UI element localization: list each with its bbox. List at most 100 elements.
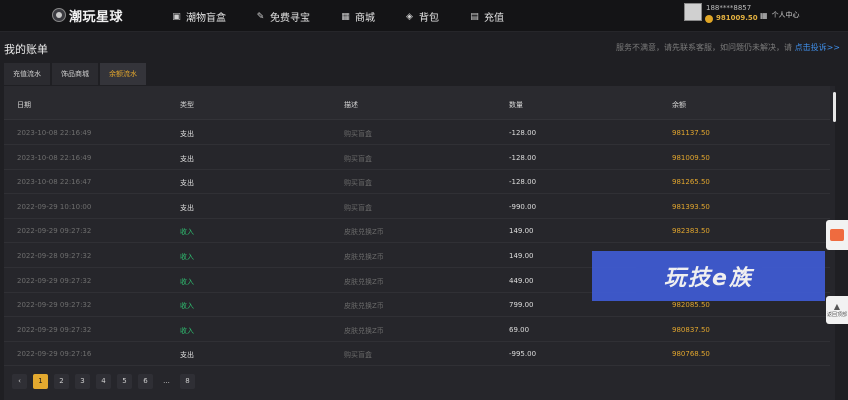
cell-date: 2023-10-08 22:16:47 <box>17 178 92 187</box>
cell-amount: -128.00 <box>509 153 537 162</box>
box-icon: ▣ <box>172 11 181 22</box>
cell-balance: 981393.50 <box>672 202 710 211</box>
column-header-type: 类型 <box>180 101 194 109</box>
user-center-label: 个人中心 <box>771 11 800 19</box>
cell-type: 收入 <box>180 253 194 261</box>
column-header-balance: 余额 <box>672 101 686 109</box>
arrow-up-icon: ▲ <box>833 301 841 311</box>
service-note-text: 服务不满意，请先联系客服，如问题仍未解决，请 <box>616 43 793 52</box>
watermark-banner: 玩技e族 <box>592 251 825 301</box>
table-header: 日期 类型 描述 数量 余额 <box>4 86 830 120</box>
table-row: 2022-09-29 09:27:16 支出 购买盲盒 -995.00 980768.5… <box>4 342 830 367</box>
nav-item-recharge[interactable]: ▤ 充值 <box>470 9 504 25</box>
table-scrollbar[interactable] <box>833 92 836 122</box>
avatar[interactable] <box>684 3 702 21</box>
page-button[interactable]: 2 <box>54 374 69 389</box>
cell-date: 2022-09-28 09:27:32 <box>17 252 92 260</box>
shop-icon: ▦ <box>341 11 350 22</box>
cell-amount: -990.00 <box>509 202 537 211</box>
tab-balance-flow[interactable]: 余额流水 <box>100 63 146 85</box>
cell-date: 2022-09-29 09:27:16 <box>17 350 92 359</box>
backpack-icon: ◈ <box>406 11 413 22</box>
table-row: 2022-09-29 10:10:00 支出 购买盲盒 -990.00 981393.5… <box>4 195 830 219</box>
coin-icon <box>705 15 713 23</box>
cell-type: 收入 <box>180 228 194 237</box>
cell-date: 2022-09-29 10:10:00 <box>17 202 92 211</box>
cell-type: 支出 <box>180 154 194 163</box>
nav-item-backpack[interactable]: ◈ 背包 <box>405 9 439 25</box>
cell-type: 支出 <box>180 130 194 138</box>
cell-description: 购买盲盒 <box>344 203 372 212</box>
cell-type: 收入 <box>180 277 194 286</box>
cell-balance: 980768.50 <box>672 350 710 359</box>
nav-item-label: 充值 <box>484 13 504 24</box>
cell-balance: 981137.50 <box>672 129 710 137</box>
grid-icon: ▦ <box>760 10 768 20</box>
user-phone: 188****8857 <box>706 4 752 12</box>
bill-table: 日期 类型 描述 数量 余额 2023-10-08 22:16:49 支出 购买盲盒… <box>4 86 836 400</box>
cell-amount: 149.00 <box>509 227 534 236</box>
cell-type: 支出 <box>180 179 194 188</box>
service-note: 服务不满意，请先联系客服，如问题仍未解决，请 点击投诉>> <box>616 42 840 53</box>
planet-logo-icon <box>52 8 66 22</box>
cell-date: 2022-09-29 09:27:32 <box>17 301 92 310</box>
complaint-link[interactable]: 点击投诉>> <box>795 43 840 52</box>
logo[interactable]: 潮玩星球 <box>52 3 123 27</box>
table-row: 2023-10-08 22:16:49 支出 购买盲盒 -128.00 981009.5… <box>4 146 830 170</box>
cell-date: 2023-10-08 22:16:49 <box>17 153 92 162</box>
page-button[interactable]: 4 <box>96 374 111 389</box>
cell-description: 购买盲盒 <box>344 351 372 360</box>
nav-item-label: 商城 <box>355 13 375 24</box>
cell-balance: 982383.50 <box>672 227 710 236</box>
cell-amount: 149.00 <box>509 252 534 260</box>
tab-item-shop[interactable]: 饰品商城 <box>52 63 98 85</box>
page-button[interactable]: 8 <box>180 374 195 389</box>
cell-amount: -128.00 <box>509 129 537 137</box>
tab-recharge-flow[interactable]: 充值流水 <box>4 63 50 85</box>
cell-type: 收入 <box>180 326 194 335</box>
app-name: 潮玩星球 <box>69 9 124 25</box>
watermark-text: 玩技e族 <box>664 266 753 291</box>
column-header-amount: 数量 <box>509 101 523 109</box>
cell-description: 皮肤兑换Z币 <box>344 302 384 311</box>
cell-amount: -128.00 <box>509 178 537 187</box>
page-title: 我的账单 <box>4 43 48 56</box>
cell-description: 皮肤兑换Z币 <box>344 228 384 237</box>
cell-type: 支出 <box>180 351 194 360</box>
page-ellipsis: ... <box>163 377 170 385</box>
cell-amount: 69.00 <box>509 325 530 334</box>
cell-type: 支出 <box>180 203 194 212</box>
page-button[interactable]: 3 <box>75 374 90 389</box>
nav-item-label: 背包 <box>419 13 439 24</box>
bill-tabs: 充值流水 饰品商城 余额流水 <box>4 63 148 85</box>
side-gift-button[interactable] <box>826 220 848 250</box>
column-header-date: 日期 <box>17 101 31 109</box>
cell-amount: 799.00 <box>509 301 534 310</box>
user-center-link[interactable]: ▦ 个人中心 <box>760 10 800 20</box>
page-button[interactable]: 6 <box>138 374 153 389</box>
cell-balance: 981265.50 <box>672 178 710 187</box>
nav-item-label: 潮物盲盒 <box>186 13 226 24</box>
cell-date: 2022-09-29 09:27:32 <box>17 276 92 285</box>
column-header-desc: 描述 <box>344 101 358 109</box>
nav-item-shop[interactable]: ▦ 商城 <box>341 9 375 25</box>
cell-balance: 982085.50 <box>672 301 710 310</box>
table-row: 2022-09-29 09:27:32 收入 皮肤兑换Z币 69.00 980837.5… <box>4 318 830 342</box>
back-to-top-label: 返回顶部 <box>826 311 847 318</box>
prev-page-button[interactable]: ‹ <box>12 374 27 389</box>
cell-amount: -995.00 <box>509 350 537 359</box>
gift-icon <box>830 229 844 241</box>
cell-description: 购买盲盒 <box>344 154 372 163</box>
cell-description: 皮肤兑换Z币 <box>344 277 384 286</box>
user-balance: 981009.50 <box>716 14 758 22</box>
edit-icon: ✎ <box>256 11 265 22</box>
cell-description: 购买盲盒 <box>344 179 372 188</box>
nav-item-blind-box[interactable]: ▣ 潮物盲盒 <box>172 9 226 25</box>
page-button[interactable]: 1 <box>33 374 48 389</box>
cell-description: 皮肤兑换Z币 <box>344 253 384 261</box>
cell-date: 2022-09-29 09:27:32 <box>17 325 92 334</box>
page-button[interactable]: 5 <box>117 374 132 389</box>
back-to-top-button[interactable]: ▲ 返回顶部 <box>826 296 848 324</box>
nav-item-free-treasure[interactable]: ✎ 免费寻宝 <box>256 9 310 25</box>
cell-description: 皮肤兑换Z币 <box>344 326 384 335</box>
